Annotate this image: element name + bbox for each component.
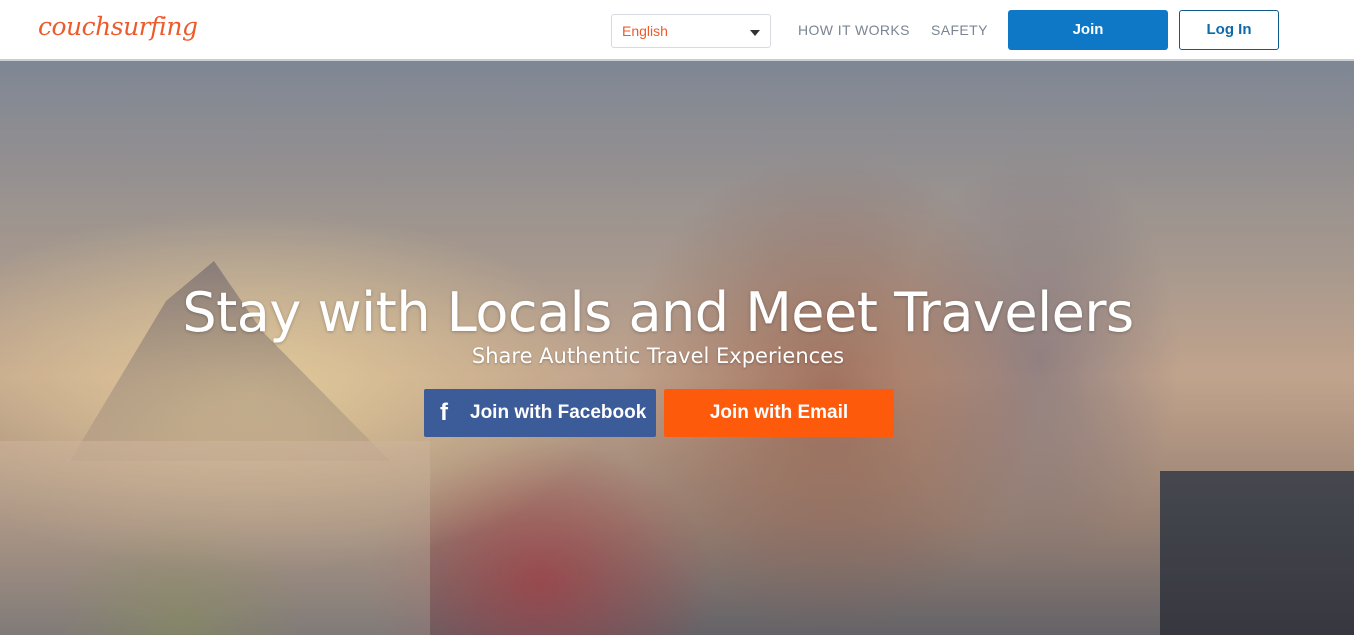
facebook-icon: f — [440, 399, 448, 426]
nav-safety[interactable]: SAFETY — [931, 22, 988, 38]
couchsurfing-logo[interactable]: couchsurfing — [38, 12, 198, 41]
language-select[interactable]: English — [611, 14, 771, 48]
hero-subtitle: Share Authentic Travel Experiences — [471, 344, 845, 368]
top-header: couchsurfing English HOW IT WORKS SAFETY… — [0, 0, 1354, 61]
join-with-email-button[interactable]: Join with Email — [664, 389, 894, 437]
hero-title: Stay with Locals and Meet Travelers — [182, 281, 1134, 344]
hero-section: Stay with Locals and Meet Travelers Shar… — [0, 61, 1354, 635]
join-with-facebook-button[interactable]: f Join with Facebook — [424, 389, 656, 437]
login-button[interactable]: Log In — [1179, 10, 1279, 50]
join-with-facebook-label: Join with Facebook — [470, 402, 647, 423]
nav-how-it-works[interactable]: HOW IT WORKS — [798, 22, 910, 38]
language-selected-value: English — [622, 23, 668, 39]
chevron-down-icon — [750, 30, 760, 36]
join-button[interactable]: Join — [1008, 10, 1168, 50]
